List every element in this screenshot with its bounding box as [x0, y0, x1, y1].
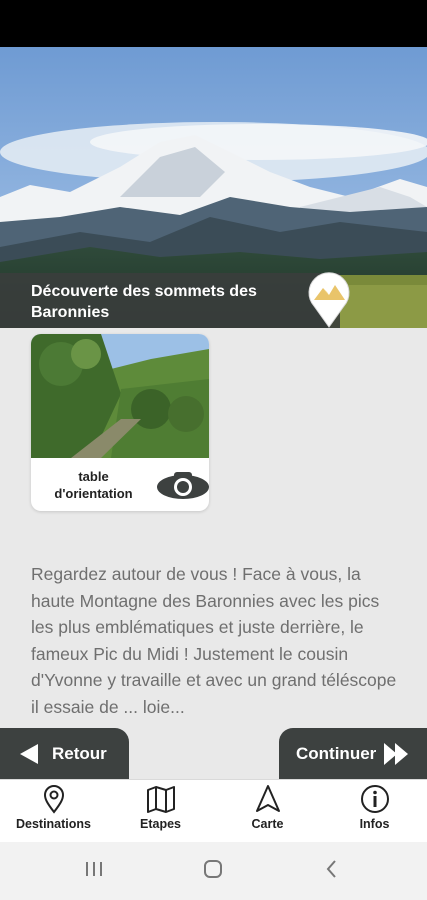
map-icon	[146, 786, 175, 813]
continue-button[interactable]: Continuer	[279, 728, 427, 779]
photo-card[interactable]: table d'orientation	[31, 334, 209, 511]
back-button[interactable]: Retour	[0, 728, 129, 779]
info-icon	[360, 785, 389, 813]
continue-button-label: Continuer	[296, 743, 377, 763]
tab-label: Destinations	[15, 817, 91, 831]
arrow-left-icon	[20, 743, 38, 764]
card-photo	[31, 334, 209, 458]
tab-destinations[interactable]: Destinations	[0, 784, 107, 840]
card-label: table d'orientation	[54, 469, 133, 501]
tab-infos[interactable]: Infos	[321, 784, 427, 840]
map-pin-logo-icon	[308, 272, 350, 328]
tab-carte[interactable]: Carte	[214, 784, 321, 840]
page-title: Découverte des sommets des Baronnies	[31, 283, 257, 321]
system-nav-bar	[0, 842, 427, 900]
back-icon[interactable]	[324, 858, 340, 880]
navigation-arrow-icon	[255, 785, 280, 812]
home-icon[interactable]	[202, 858, 224, 880]
tab-label: Etapes	[140, 817, 181, 831]
tab-label: Infos	[359, 817, 390, 831]
tab-bar: Destinations Etapes Carte Infos	[0, 779, 427, 842]
recent-apps-icon[interactable]	[84, 858, 104, 880]
tab-etapes[interactable]: Etapes	[107, 784, 214, 840]
description-text: Regardez autour de vous ! Face à vous, l…	[31, 564, 397, 717]
status-bar	[0, 0, 427, 47]
camera-icon[interactable]	[155, 469, 209, 503]
fast-forward-icon	[384, 742, 409, 765]
back-button-label: Retour	[52, 743, 107, 763]
map-pin-icon	[43, 785, 64, 814]
tab-label: Carte	[251, 817, 284, 831]
